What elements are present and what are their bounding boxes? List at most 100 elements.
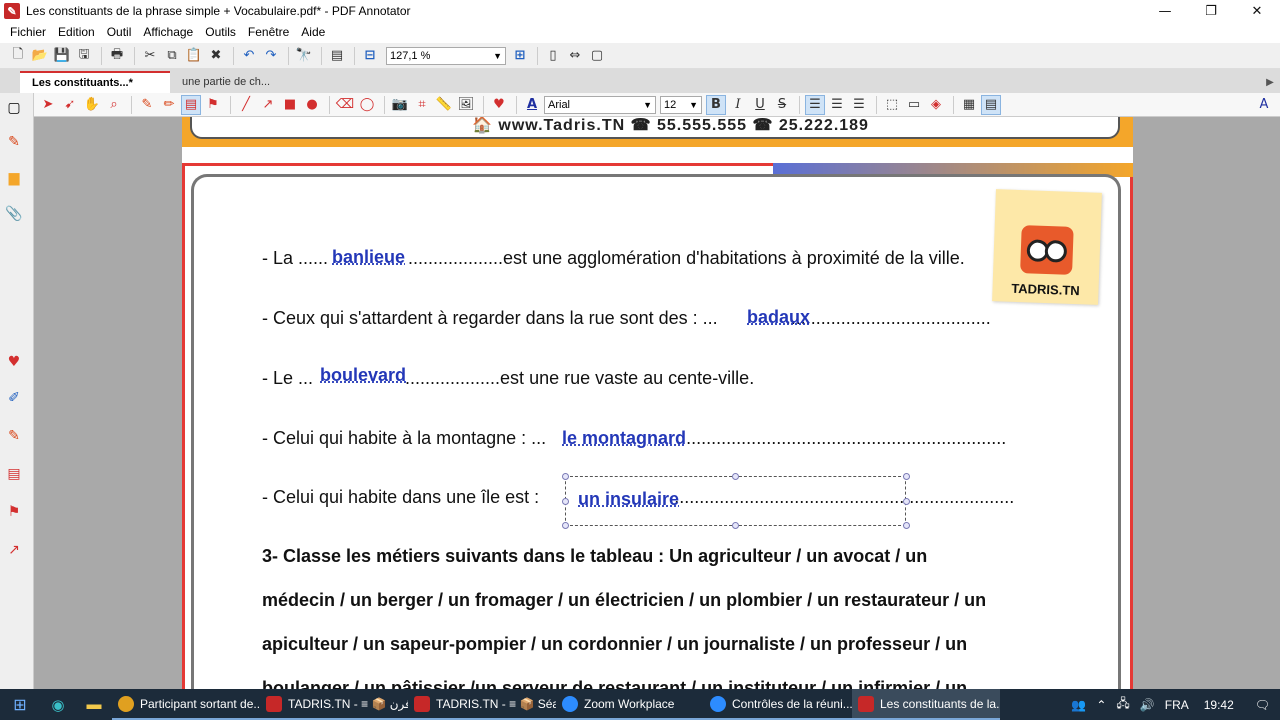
pencil-icon[interactable]: ✏ — [159, 95, 179, 115]
menu-fenetre[interactable]: Fenêtre — [248, 25, 289, 39]
menu-edition[interactable]: Edition — [58, 25, 95, 39]
resize-handle[interactable] — [732, 473, 739, 480]
text-direction-icon[interactable]: A — [1254, 95, 1274, 115]
hand-icon[interactable]: ✋ — [82, 95, 102, 115]
fit-width-icon[interactable]: ⇔ — [565, 46, 585, 66]
resize-handle[interactable] — [562, 498, 569, 505]
answer-annotation[interactable]: banlieue — [332, 247, 405, 268]
fill-color-icon[interactable]: ◈ — [926, 95, 946, 115]
resize-handle[interactable] — [903, 522, 910, 529]
resize-handle[interactable] — [562, 473, 569, 480]
text-options-icon[interactable]: ▤ — [981, 94, 1001, 115]
taskbar-app-tadris-2[interactable]: TADRIS.TN - ≡ 📦 Séa... — [408, 689, 556, 720]
taskbar-app-zoom[interactable]: Zoom Workplace — [556, 689, 704, 720]
pen-icon[interactable]: ✎ — [137, 95, 157, 115]
full-screen-icon[interactable]: ▢ — [587, 46, 607, 66]
minimize-button[interactable]: — — [1142, 0, 1188, 22]
italic-button[interactable]: I — [728, 95, 748, 115]
save-icon[interactable]: 💾 — [52, 46, 72, 66]
align-left-icon[interactable]: ☰ — [805, 94, 825, 115]
redo-icon[interactable]: ↷ — [261, 46, 281, 66]
delete-icon[interactable]: ✖ — [206, 46, 226, 66]
properties-icon[interactable]: ▦ — [959, 95, 979, 115]
file-explorer-icon[interactable]: ▬ — [76, 689, 112, 720]
close-button[interactable]: ✕ — [1234, 0, 1280, 22]
tab-scroll-right-icon[interactable]: ▶ — [1260, 71, 1280, 93]
volume-icon[interactable]: 🔊 — [1140, 698, 1155, 712]
select-arrow-icon[interactable]: ➤ — [38, 95, 58, 115]
maximize-button[interactable]: ❐ — [1188, 0, 1234, 22]
zoom-tool-icon[interactable]: ⌕ — [104, 95, 124, 115]
pen-tool-icon[interactable]: ✎ — [5, 133, 23, 151]
lasso-icon[interactable]: ◯ — [357, 95, 377, 115]
start-button[interactable]: ⊞ — [0, 689, 40, 720]
new-document-icon[interactable]: 🗋 — [8, 46, 28, 66]
print-icon[interactable]: 🖶 — [107, 46, 127, 66]
zoom-out-icon[interactable]: ⊟ — [360, 46, 380, 66]
underline-button[interactable]: U — [750, 95, 770, 115]
resize-handle[interactable] — [562, 522, 569, 529]
favorites-heart-icon[interactable]: ♥ — [489, 95, 509, 115]
menu-affichage[interactable]: Affichage — [143, 25, 193, 39]
text-color-icon[interactable]: A — [522, 95, 542, 115]
camera-icon[interactable]: 📷 — [390, 95, 410, 115]
resize-handle[interactable] — [732, 522, 739, 529]
select-arrow-alt-icon[interactable]: ➹ — [60, 95, 80, 115]
align-right-icon[interactable]: ☰ — [849, 95, 869, 115]
crop-icon[interactable]: ⌗ — [412, 95, 432, 115]
page-layout-icon[interactable]: ▤ — [327, 46, 347, 66]
rectangle-icon[interactable]: ■ — [280, 95, 300, 115]
bold-button[interactable]: B — [706, 94, 726, 115]
stamp-icon[interactable]: ⚑ — [5, 503, 23, 521]
paste-icon[interactable]: 📋 — [184, 46, 204, 66]
open-folder-icon[interactable]: 📂 — [30, 46, 50, 66]
taskbar-app-chrome[interactable]: Participant sortant de... — [112, 689, 260, 720]
border-width-icon[interactable]: ▭ — [904, 95, 924, 115]
arrow-tool-icon[interactable]: ↗ — [258, 95, 278, 115]
attachment-icon[interactable]: 📎 — [5, 205, 23, 223]
highlighter-icon[interactable]: ✐ — [5, 389, 23, 407]
insert-image-icon[interactable]: 🖼 — [456, 95, 476, 115]
answer-annotation[interactable]: badaux — [747, 307, 810, 328]
strikethrough-button[interactable]: S — [772, 95, 792, 115]
notes-icon[interactable]: ▆ — [5, 169, 23, 187]
taskbar-app-les-constituants[interactable]: Les constituants de la... — [852, 689, 1000, 720]
border-style-icon[interactable]: ⬚ — [882, 95, 902, 115]
language-indicator[interactable]: FRA — [1165, 698, 1189, 712]
menu-aide[interactable]: Aide — [301, 25, 325, 39]
font-size-select[interactable]: 12 ▼ — [660, 95, 702, 114]
taskbar-app-tadris-1[interactable]: TADRIS.TN - ≡ 📦 فرن... — [260, 689, 408, 720]
find-binoculars-icon[interactable]: 🔭 — [294, 46, 314, 66]
ellipse-icon[interactable]: ● — [302, 95, 322, 115]
menu-outils[interactable]: Outils — [205, 25, 236, 39]
text-annotation-selection-box[interactable] — [565, 476, 906, 526]
undo-icon[interactable]: ↶ — [239, 46, 259, 66]
zoom-in-icon[interactable]: ⊞ — [510, 46, 530, 66]
people-icon[interactable]: 👥 — [1071, 698, 1086, 712]
favorite-heart-icon[interactable]: ♥ — [5, 353, 23, 371]
answer-annotation[interactable]: boulevard — [320, 365, 406, 386]
text-tool-icon[interactable]: ▤ — [181, 94, 201, 115]
taskbar-app-zoom-controls[interactable]: Contrôles de la réuni... — [704, 689, 852, 720]
arrow-icon[interactable]: ↗ — [5, 541, 23, 559]
fit-page-icon[interactable]: ▯ — [543, 46, 563, 66]
clock-time[interactable]: 19:42 — [1204, 698, 1234, 712]
stamp-tool-icon[interactable]: ⚑ — [203, 95, 223, 115]
chevron-up-icon[interactable]: ⌃ — [1096, 698, 1106, 712]
edge-browser-icon[interactable]: ◉ — [40, 689, 76, 720]
resize-handle[interactable] — [903, 473, 910, 480]
line-icon[interactable]: ╱ — [236, 95, 256, 115]
zoom-select[interactable]: 127,1 % ▼ — [386, 46, 506, 65]
resize-handle[interactable] — [903, 498, 910, 505]
copy-icon[interactable]: ⧉ — [162, 46, 182, 66]
save-all-icon[interactable]: 🖫 — [74, 46, 94, 66]
tab-une-partie[interactable]: une partie de ch... — [170, 71, 320, 93]
tab-les-constituants[interactable]: Les constituants...* — [20, 71, 170, 93]
align-center-icon[interactable]: ☰ — [827, 95, 847, 115]
menu-fichier[interactable]: Fichier — [10, 25, 46, 39]
eraser-icon[interactable]: ⌫ — [335, 95, 355, 115]
marker-icon[interactable]: ✎ — [5, 427, 23, 445]
cut-icon[interactable]: ✂ — [140, 46, 160, 66]
page-thumbnail-icon[interactable]: ▢ — [5, 99, 23, 117]
font-name-select[interactable]: Arial ▼ — [544, 95, 656, 114]
